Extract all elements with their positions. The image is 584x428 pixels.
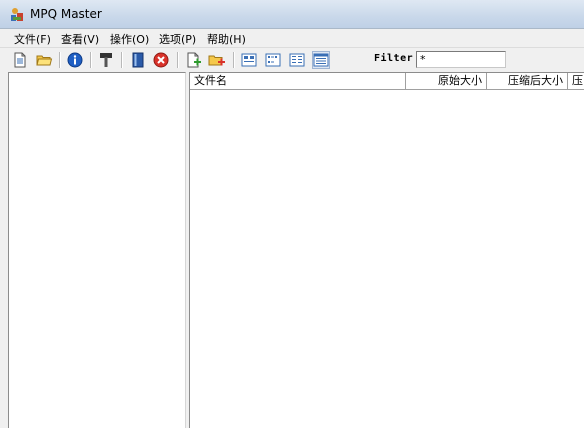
add-file-icon[interactable] xyxy=(184,51,202,69)
window-title: MPQ Master xyxy=(30,7,102,21)
open-folder-icon[interactable] xyxy=(35,51,53,69)
menu-help[interactable]: 帮助(H) xyxy=(207,31,246,47)
add-folder-icon[interactable] xyxy=(208,51,226,69)
toolbar-separator xyxy=(59,52,61,68)
filter-label: Filter xyxy=(374,53,414,64)
menu-view[interactable]: 查看(V) xyxy=(61,31,99,47)
toolbar-separator xyxy=(121,52,123,68)
menu-options[interactable]: 选项(P) xyxy=(159,31,196,47)
title-bar: MPQ Master xyxy=(0,0,584,29)
blank-overlay xyxy=(256,208,474,300)
new-document-icon[interactable] xyxy=(11,51,29,69)
toolbar-separator xyxy=(177,52,179,68)
list-view-icon[interactable] xyxy=(288,51,306,69)
mpq-master-app-icon xyxy=(9,7,25,23)
column-header-filename[interactable]: 文件名 xyxy=(190,73,406,89)
folder-tree-pane[interactable] xyxy=(8,72,186,428)
book-icon[interactable] xyxy=(129,51,147,69)
list-header: 文件名 原始大小 压缩后大小 压 xyxy=(190,73,584,90)
column-header-compressed-size[interactable]: 压缩后大小 xyxy=(487,73,568,89)
column-header-ratio[interactable]: 压 xyxy=(568,73,584,89)
filter-input[interactable] xyxy=(416,51,506,68)
large-icons-view-icon[interactable] xyxy=(240,51,258,69)
small-icons-view-icon[interactable] xyxy=(264,51,282,69)
details-view-icon[interactable] xyxy=(312,51,330,69)
column-header-original-size[interactable]: 原始大小 xyxy=(406,73,487,89)
menu-bar: 文件(F) 查看(V) 操作(O) 选项(P) 帮助(H) xyxy=(0,29,584,48)
close-red-icon[interactable] xyxy=(152,51,170,69)
hammer-tool-icon[interactable] xyxy=(97,51,115,69)
toolbar-separator xyxy=(233,52,235,68)
toolbar-separator xyxy=(90,52,92,68)
menu-action[interactable]: 操作(O) xyxy=(110,31,149,47)
menu-file[interactable]: 文件(F) xyxy=(14,31,51,47)
info-icon[interactable] xyxy=(66,51,84,69)
